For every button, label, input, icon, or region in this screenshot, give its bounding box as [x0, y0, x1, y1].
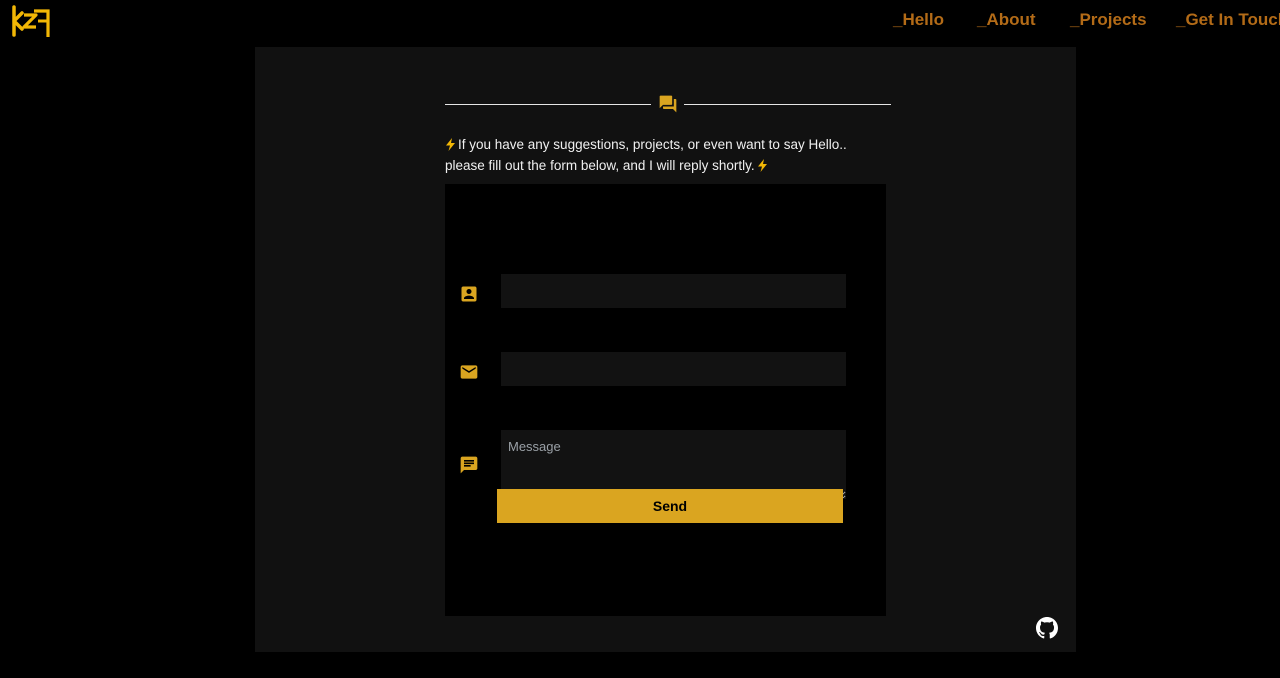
chat-bubbles-icon [659, 95, 677, 113]
kzy-logo-icon[interactable] [12, 3, 50, 39]
nav-link-about[interactable]: _About [977, 10, 1036, 30]
top-navbar: _Hello _About _Projects _Get In Touch [0, 0, 1280, 44]
intro-line-2: please fill out the form below, and I wi… [445, 155, 885, 176]
divider-line-left [445, 104, 651, 105]
nav-link-hello[interactable]: _Hello [893, 10, 944, 30]
intro-text-1: If you have any suggestions, projects, o… [458, 137, 847, 152]
intro-text-2: please fill out the form below, and I wi… [445, 158, 755, 173]
name-input[interactable] [501, 274, 846, 308]
lightning-bolt-icon [757, 159, 767, 172]
main-nav: _Hello _About _Projects _Get In Touch [880, 0, 1280, 44]
nav-link-projects[interactable]: _Projects [1070, 10, 1147, 30]
send-button[interactable]: Send [497, 489, 843, 523]
divider-line-right [684, 104, 891, 105]
contact-form: Send [445, 184, 886, 616]
contact-panel: If you have any suggestions, projects, o… [255, 47, 1076, 652]
nav-link-get-in-touch[interactable]: _Get In Touch [1176, 10, 1280, 30]
github-icon[interactable] [1036, 617, 1058, 639]
contact-intro: If you have any suggestions, projects, o… [445, 134, 885, 176]
intro-line-1: If you have any suggestions, projects, o… [445, 134, 885, 155]
lightning-bolt-icon [446, 138, 455, 151]
message-icon [460, 456, 478, 474]
email-input[interactable] [501, 352, 846, 386]
contact-card-icon [461, 286, 477, 302]
section-divider [445, 93, 891, 115]
mail-icon [460, 365, 478, 379]
